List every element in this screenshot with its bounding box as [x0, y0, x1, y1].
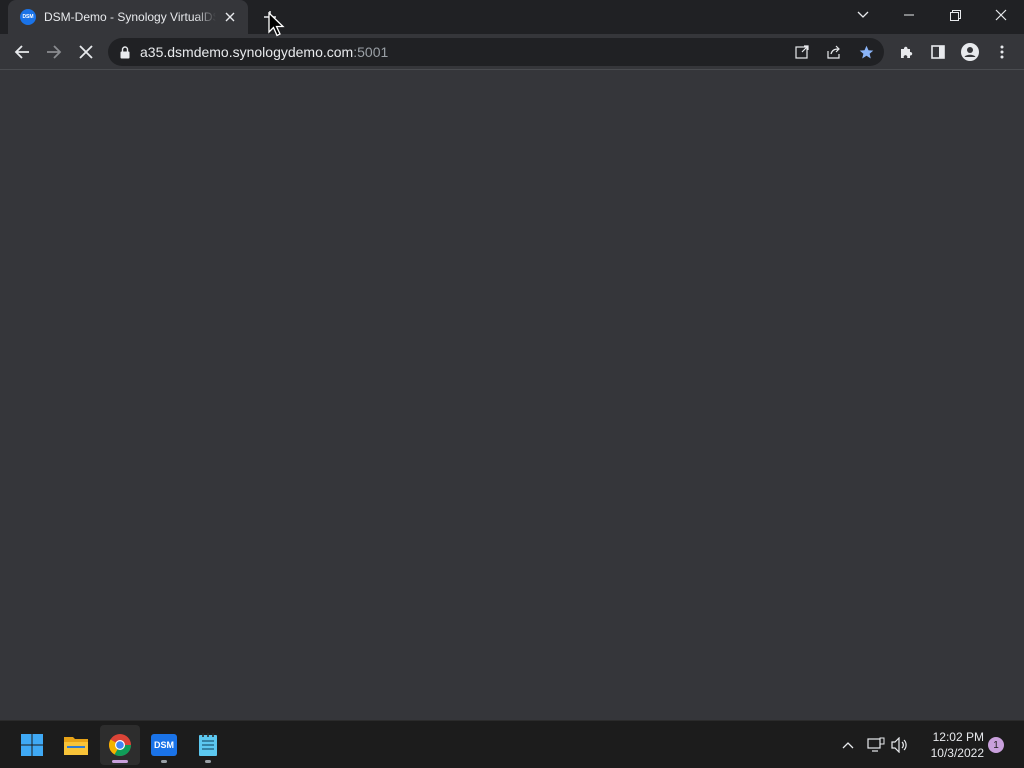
- dsm-favicon-icon: DSM: [20, 9, 36, 25]
- tab-strip: DSM DSM-Demo - Synology VirtualDSM: [0, 0, 1024, 34]
- taskbar: DSM 12:02 PM 10/3/2022 1: [0, 720, 1024, 768]
- windows-start-icon[interactable]: [12, 725, 52, 765]
- favicon-label: DSM: [22, 14, 34, 20]
- volume-icon[interactable]: [890, 735, 910, 755]
- profile-icon[interactable]: [956, 38, 984, 66]
- mouse-cursor-icon: [268, 11, 288, 38]
- clock-date: 10/3/2022: [930, 746, 984, 760]
- notepad-icon[interactable]: [188, 725, 228, 765]
- folder-icon[interactable]: [56, 725, 96, 765]
- tab-search-button[interactable]: [840, 0, 886, 30]
- browser-toolbar: a35.dsmdemo.synologydemo.com:5001: [0, 34, 1024, 70]
- share-icon[interactable]: [824, 42, 844, 62]
- dsm-label: DSM: [154, 740, 174, 750]
- tab-title: DSM-Demo - Synology VirtualDSM: [44, 10, 216, 24]
- star-icon[interactable]: [856, 42, 876, 62]
- open-in-app-icon[interactable]: [792, 42, 812, 62]
- open-indicator: [161, 760, 167, 763]
- back-arrow-icon[interactable]: [8, 38, 36, 66]
- address-bar[interactable]: a35.dsmdemo.synologydemo.com:5001: [108, 38, 884, 66]
- minimize-button[interactable]: [886, 0, 932, 30]
- open-indicator: [205, 760, 211, 763]
- kebab-menu-icon[interactable]: [988, 38, 1016, 66]
- taskbar-clock[interactable]: 12:02 PM 10/3/2022: [918, 729, 984, 761]
- url-host: a35.dsmdemo.synologydemo.com: [140, 44, 354, 60]
- stop-loading-icon[interactable]: [72, 38, 100, 66]
- dsm-icon[interactable]: DSM: [144, 725, 184, 765]
- close-icon[interactable]: [222, 9, 238, 25]
- network-icon[interactable]: [866, 735, 886, 755]
- browser-tab[interactable]: DSM DSM-Demo - Synology VirtualDSM: [8, 0, 248, 34]
- close-window-button[interactable]: [978, 0, 1024, 30]
- page-content[interactable]: [0, 71, 1024, 720]
- puzzle-icon[interactable]: [892, 38, 920, 66]
- notification-badge[interactable]: 1: [988, 737, 1004, 753]
- chevron-up-icon[interactable]: [838, 735, 858, 755]
- chrome-icon[interactable]: [100, 725, 140, 765]
- forward-arrow-icon[interactable]: [40, 38, 68, 66]
- lock-icon[interactable]: [120, 45, 130, 59]
- clock-time: 12:02 PM: [932, 730, 984, 744]
- side-panel-icon[interactable]: [924, 38, 952, 66]
- active-indicator: [112, 760, 128, 763]
- restore-button[interactable]: [932, 0, 978, 30]
- url-port: :5001: [353, 44, 389, 60]
